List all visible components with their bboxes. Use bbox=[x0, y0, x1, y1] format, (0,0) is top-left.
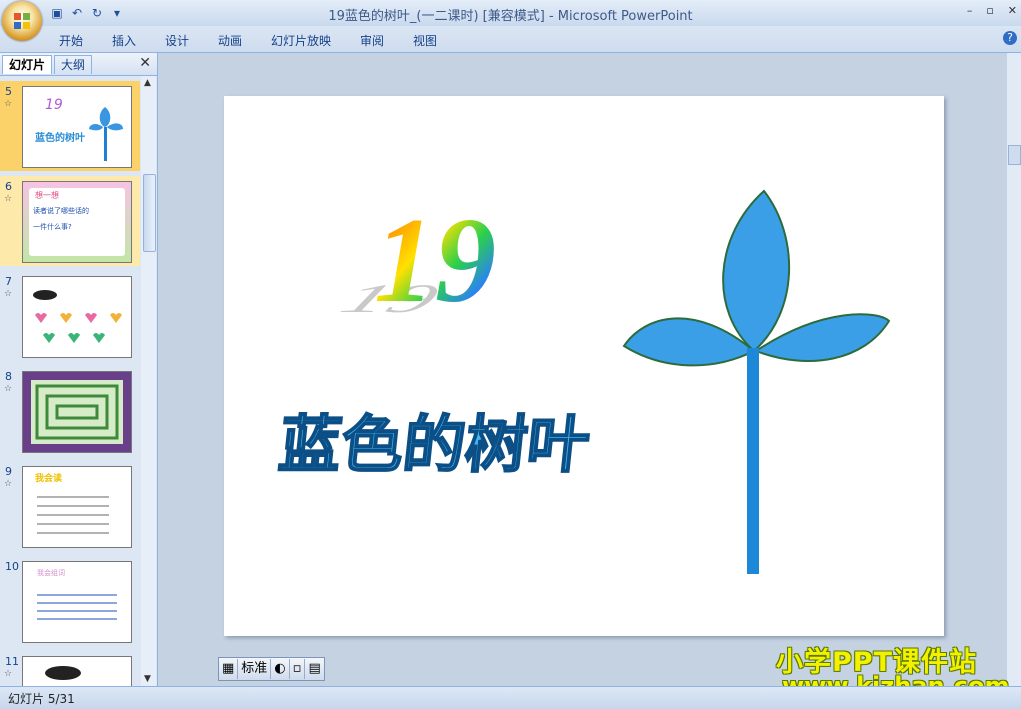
slide-thumbnail-11[interactable]: 11 ☆ bbox=[0, 651, 140, 686]
view-icon[interactable]: ▦ bbox=[219, 659, 239, 679]
view-toolbar: ▦ 标准 ◐ ▫ ▤ bbox=[218, 657, 325, 681]
moon-icon[interactable]: ◐ bbox=[271, 659, 290, 679]
maximize-button[interactable]: ▫ bbox=[986, 4, 993, 17]
tab-home[interactable]: 开始 bbox=[59, 32, 83, 49]
thumbnail-scrollbar[interactable]: ▲ ▼ bbox=[141, 76, 156, 686]
slide-number: 19 bbox=[374, 193, 496, 328]
slide-thumbnail-10[interactable]: 10 我会组词 bbox=[0, 556, 140, 646]
slide-thumbnail-5[interactable]: 5 ☆ 19 蓝色的树叶 bbox=[0, 81, 140, 171]
hearts-illustration bbox=[33, 290, 122, 343]
thumbnail-number: 9 bbox=[5, 465, 12, 478]
thumbnail-title: 我会组词 bbox=[37, 569, 65, 577]
status-bar: 幻灯片 5/31 bbox=[0, 686, 1021, 709]
thumbnail-number: 5 bbox=[5, 85, 12, 98]
thumbnail-preview bbox=[22, 276, 132, 358]
thumbnail-title: 19 bbox=[45, 97, 63, 113]
minimize-button[interactable]: – bbox=[967, 4, 973, 17]
blue-leaf-illustration bbox=[622, 189, 891, 574]
window-controls: – ▫ ✕ bbox=[967, 4, 1017, 17]
thumbnail-number: 11 bbox=[5, 655, 19, 668]
thumbnail-number: 8 bbox=[5, 370, 12, 383]
star-icon: ☆ bbox=[4, 99, 13, 109]
dots-icon[interactable]: ▫ bbox=[290, 659, 306, 679]
title-bar: ▣ ↶ ↻ ▾ 19蓝色的树叶_(一二课时) [兼容模式] - Microsof… bbox=[0, 0, 1021, 26]
star-icon: ☆ bbox=[4, 194, 13, 204]
leaf-icon bbox=[89, 107, 123, 161]
thumbnail-preview: 19 蓝色的树叶 bbox=[22, 86, 132, 168]
thumbnail-preview bbox=[22, 371, 132, 453]
thumbnail-line: 读者说了哪些话的 bbox=[33, 207, 89, 215]
tab-review[interactable]: 审阅 bbox=[360, 32, 384, 49]
thumbnail-list: 5 ☆ 19 蓝色的树叶 6 ☆ 想一想 读者说了哪些话的 一件什么事? 7 ☆… bbox=[0, 76, 140, 686]
current-slide[interactable]: 19 19 蓝色的树叶 bbox=[224, 96, 944, 636]
thumbnail-preview: 我会读 bbox=[22, 466, 132, 548]
thumbnail-number: 10 bbox=[5, 560, 19, 573]
thumbnail-title: 想一想 bbox=[35, 191, 59, 200]
tab-design[interactable]: 设计 bbox=[165, 32, 189, 49]
maze-illustration bbox=[31, 380, 123, 444]
editor-scroll-thumb[interactable] bbox=[1008, 145, 1021, 165]
thumbnail-preview: 我会组词 bbox=[22, 561, 132, 643]
scroll-down-icon[interactable]: ▼ bbox=[144, 674, 151, 684]
slide-canvas: 19 19 蓝色的树叶 bbox=[275, 189, 891, 574]
office-button[interactable] bbox=[2, 1, 42, 41]
thumbnail-preview bbox=[22, 656, 132, 686]
badge-illustration bbox=[45, 666, 81, 680]
slide-thumbnail-8[interactable]: 8 ☆ bbox=[0, 366, 140, 456]
tab-insert[interactable]: 插入 bbox=[112, 32, 136, 49]
pane-close-icon[interactable]: ✕ bbox=[139, 55, 151, 71]
slide-thumbnail-7[interactable]: 7 ☆ bbox=[0, 271, 140, 361]
editor-scrollbar[interactable] bbox=[1007, 53, 1021, 686]
star-icon: ☆ bbox=[4, 384, 13, 394]
tab-slides[interactable]: 幻灯片 bbox=[2, 55, 53, 74]
tab-view[interactable]: 视图 bbox=[413, 32, 437, 49]
thumbnail-line: 一件什么事? bbox=[33, 223, 72, 231]
pane-tabs: 幻灯片 大纲 ✕ bbox=[0, 53, 157, 76]
slide-thumbnail-6[interactable]: 6 ☆ 想一想 读者说了哪些话的 一件什么事? bbox=[0, 176, 140, 266]
tab-slideshow[interactable]: 幻灯片放映 bbox=[271, 32, 331, 49]
thumbnail-title: 我会读 bbox=[35, 474, 63, 484]
scroll-up-icon[interactable]: ▲ bbox=[144, 78, 151, 88]
star-icon: ☆ bbox=[4, 289, 13, 299]
scroll-thumb[interactable] bbox=[143, 174, 156, 252]
star-icon: ☆ bbox=[4, 479, 13, 489]
keyboard-icon[interactable]: ▤ bbox=[305, 659, 323, 679]
thumbnail-preview: 想一想 读者说了哪些话的 一件什么事? bbox=[22, 181, 132, 263]
view-mode-label[interactable]: 标准 bbox=[238, 659, 272, 679]
help-icon[interactable]: ? bbox=[1003, 31, 1017, 45]
thumbnail-caption: 蓝色的树叶 bbox=[35, 133, 85, 144]
slides-pane: 幻灯片 大纲 ✕ 5 ☆ 19 蓝色的树叶 6 ☆ 想一想 读者说了哪些话的 一… bbox=[0, 53, 158, 686]
thumbnail-number: 7 bbox=[5, 275, 12, 288]
thumbnail-number: 6 bbox=[5, 180, 12, 193]
close-button[interactable]: ✕ bbox=[1008, 4, 1017, 17]
slide-counter: 幻灯片 5/31 bbox=[8, 692, 75, 706]
tab-animation[interactable]: 动画 bbox=[218, 32, 242, 49]
star-icon: ☆ bbox=[4, 669, 13, 679]
office-logo-icon bbox=[14, 13, 30, 29]
slide-thumbnail-9[interactable]: 9 ☆ 我会读 bbox=[0, 461, 140, 551]
window-title: 19蓝色的树叶_(一二课时) [兼容模式] - Microsoft PowerP… bbox=[328, 9, 693, 24]
slide-title: 蓝色的树叶 bbox=[276, 408, 594, 481]
tab-outline[interactable]: 大纲 bbox=[54, 55, 93, 74]
ribbon-tabs: 开始 插入 设计 动画 幻灯片放映 审阅 视图 ? bbox=[0, 26, 1021, 53]
